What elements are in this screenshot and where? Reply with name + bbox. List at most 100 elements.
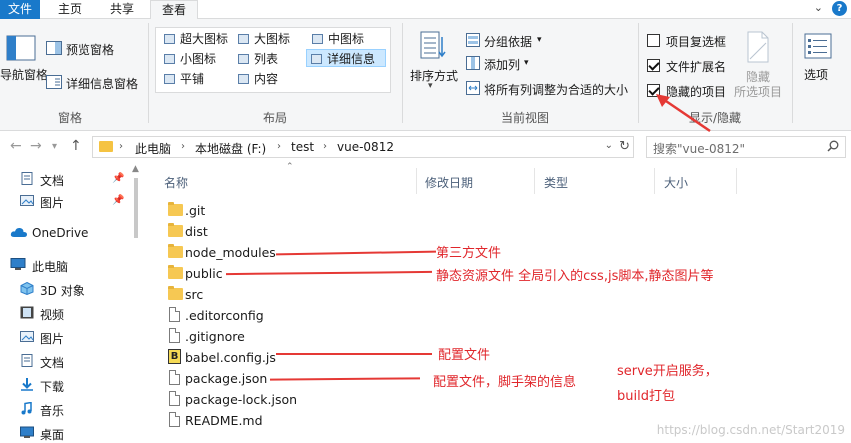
layout-item-icon bbox=[312, 34, 323, 44]
nav-item-label: 图片 bbox=[40, 196, 65, 210]
nav-item-label: 图片 bbox=[40, 332, 65, 346]
nav-item-label: 下载 bbox=[40, 380, 65, 394]
add-column-icon bbox=[466, 56, 480, 70]
nav-item-onedrive[interactable]: OneDrive bbox=[0, 222, 128, 244]
column-divider[interactable] bbox=[534, 168, 535, 194]
nav-pane-button[interactable]: 导航窗格 bbox=[0, 66, 48, 83]
group-by-chevron-icon: ▾ bbox=[537, 35, 542, 45]
recent-chevron-icon[interactable]: ▾ bbox=[52, 141, 57, 152]
nav-scrollbar[interactable]: ▲ bbox=[128, 162, 145, 443]
annotation-package: 配置文件，脚手架的信息 bbox=[433, 375, 577, 390]
nav-item-videos[interactable]: 视频 bbox=[0, 302, 128, 324]
address-dropdown-icon[interactable]: ⌄ bbox=[605, 140, 613, 151]
pin-icon[interactable]: 📌 bbox=[112, 195, 124, 206]
column-divider[interactable] bbox=[654, 168, 655, 194]
search-icon bbox=[827, 140, 839, 152]
folder-icon bbox=[168, 202, 183, 216]
file-icon bbox=[169, 391, 180, 406]
sort-indicator-icon: ⌃ bbox=[286, 162, 294, 172]
sort-by-button[interactable]: 排序方式 bbox=[410, 67, 458, 84]
nav-item-pictures-quick[interactable]: 图片 📌 bbox=[0, 190, 128, 212]
layout-item-label: 超大图标 bbox=[180, 32, 229, 46]
refresh-icon[interactable]: ↻ bbox=[619, 139, 630, 154]
layout-details[interactable]: 详细信息 bbox=[306, 49, 386, 67]
nav-item-documents[interactable]: 文档 bbox=[0, 350, 128, 372]
scrollbar-thumb[interactable] bbox=[134, 178, 138, 238]
layout-list[interactable]: 列表 bbox=[234, 50, 278, 68]
item-checkboxes-checkbox[interactable] bbox=[647, 34, 660, 47]
search-input[interactable]: 搜索"vue-0812" bbox=[646, 136, 846, 158]
fit-columns-button[interactable]: 将所有列调整为合适的大小 bbox=[484, 81, 628, 98]
chevron-down-icon[interactable]: ⌄ bbox=[814, 1, 823, 14]
options-icon bbox=[804, 33, 832, 59]
column-header-modified[interactable]: 修改日期 bbox=[425, 174, 473, 191]
layout-item-icon bbox=[164, 34, 175, 44]
nav-item-3d-objects[interactable]: 3D 对象 bbox=[0, 278, 128, 300]
column-divider[interactable] bbox=[736, 168, 737, 194]
ribbon-separator bbox=[792, 23, 793, 123]
file-row[interactable]: src bbox=[160, 284, 720, 305]
breadcrumb-drive[interactable]: 本地磁盘 (F:) bbox=[195, 140, 266, 157]
breadcrumb-this-pc[interactable]: 此电脑 bbox=[135, 140, 171, 157]
layout-item-label: 内容 bbox=[254, 72, 279, 86]
options-button[interactable]: 选项 bbox=[804, 66, 828, 83]
up-arrow-icon[interactable]: ↑ bbox=[70, 138, 82, 154]
help-icon[interactable]: ? bbox=[832, 1, 847, 16]
video-icon bbox=[20, 306, 34, 319]
layout-small-icons[interactable]: 小图标 bbox=[160, 50, 216, 68]
scroll-up-icon[interactable]: ▲ bbox=[132, 164, 139, 174]
document-icon bbox=[21, 354, 33, 367]
column-header-type[interactable]: 类型 bbox=[544, 174, 568, 191]
nav-item-documents-quick[interactable]: 文档 📌 bbox=[0, 168, 128, 190]
column-header-size[interactable]: 大小 bbox=[664, 174, 688, 191]
breadcrumb-vue-0812[interactable]: vue-0812 bbox=[337, 140, 394, 154]
pin-icon[interactable]: 📌 bbox=[112, 173, 124, 184]
preview-pane-button[interactable]: 预览窗格 bbox=[66, 41, 114, 58]
file-name: .git bbox=[185, 203, 206, 218]
folder-icon bbox=[168, 265, 183, 279]
annotation-public: 静态资源文件 全局引入的css,js脚本,静态图片等 bbox=[436, 269, 714, 284]
group-by-button[interactable]: 分组依据 bbox=[484, 33, 532, 50]
file-row[interactable]: dist bbox=[160, 221, 720, 242]
details-pane-button[interactable]: 详细信息窗格 bbox=[66, 75, 138, 92]
file-name: .gitignore bbox=[185, 329, 245, 344]
file-row[interactable]: .git bbox=[160, 200, 720, 221]
column-divider[interactable] bbox=[416, 168, 417, 194]
layout-medium-icons[interactable]: 中图标 bbox=[308, 30, 364, 48]
layout-gallery: 超大图标 大图标 中图标 小图标 列表 详细信息 平铺 内容 bbox=[155, 27, 391, 93]
nav-item-this-pc[interactable]: 此电脑 bbox=[0, 254, 128, 276]
tab-file[interactable]: 文件 bbox=[0, 0, 40, 19]
tab-share[interactable]: 共享 bbox=[100, 0, 144, 19]
layout-tiles[interactable]: 平铺 bbox=[160, 70, 204, 88]
nav-item-desktop[interactable]: 桌面 bbox=[0, 422, 128, 443]
layout-large-icons[interactable]: 大图标 bbox=[234, 30, 290, 48]
picture-icon bbox=[20, 195, 34, 206]
annotation-babel: 配置文件 bbox=[438, 348, 491, 363]
layout-extra-large-icons[interactable]: 超大图标 bbox=[160, 30, 228, 48]
nav-item-label: 3D 对象 bbox=[40, 284, 85, 298]
address-bar[interactable]: › 此电脑 › 本地磁盘 (F:) › test › vue-0812 ⌄ ↻ bbox=[92, 136, 634, 158]
nav-item-music[interactable]: 音乐 bbox=[0, 398, 128, 420]
file-extensions-checkbox[interactable] bbox=[647, 59, 660, 72]
forward-arrow-icon[interactable]: → bbox=[30, 138, 42, 154]
layout-item-label: 小图标 bbox=[180, 52, 217, 66]
file-list: ⌃ 名称 修改日期 类型 大小 .git dist node_modules p… bbox=[146, 162, 851, 443]
file-name: src bbox=[185, 287, 204, 302]
add-column-button[interactable]: 添加列 bbox=[484, 56, 520, 73]
layout-content[interactable]: 内容 bbox=[234, 70, 278, 88]
back-arrow-icon[interactable]: ← bbox=[10, 138, 22, 154]
nav-item-downloads[interactable]: 下载 bbox=[0, 374, 128, 396]
nav-item-label: OneDrive bbox=[32, 226, 89, 240]
breadcrumb-test[interactable]: test bbox=[291, 140, 314, 154]
layout-item-icon bbox=[311, 54, 322, 64]
nav-item-label: 文档 bbox=[40, 356, 65, 370]
file-row[interactable]: .editorconfig bbox=[160, 305, 720, 326]
column-header-name[interactable]: 名称 bbox=[164, 174, 188, 191]
babel-file-icon: B bbox=[168, 349, 181, 364]
nav-item-label: 视频 bbox=[40, 308, 65, 322]
file-row[interactable]: README.md bbox=[160, 410, 720, 431]
tab-home[interactable]: 主页 bbox=[48, 0, 92, 19]
tab-view[interactable]: 查看 bbox=[150, 0, 198, 20]
nav-item-pictures[interactable]: 图片 bbox=[0, 326, 128, 348]
file-icon bbox=[169, 370, 180, 385]
